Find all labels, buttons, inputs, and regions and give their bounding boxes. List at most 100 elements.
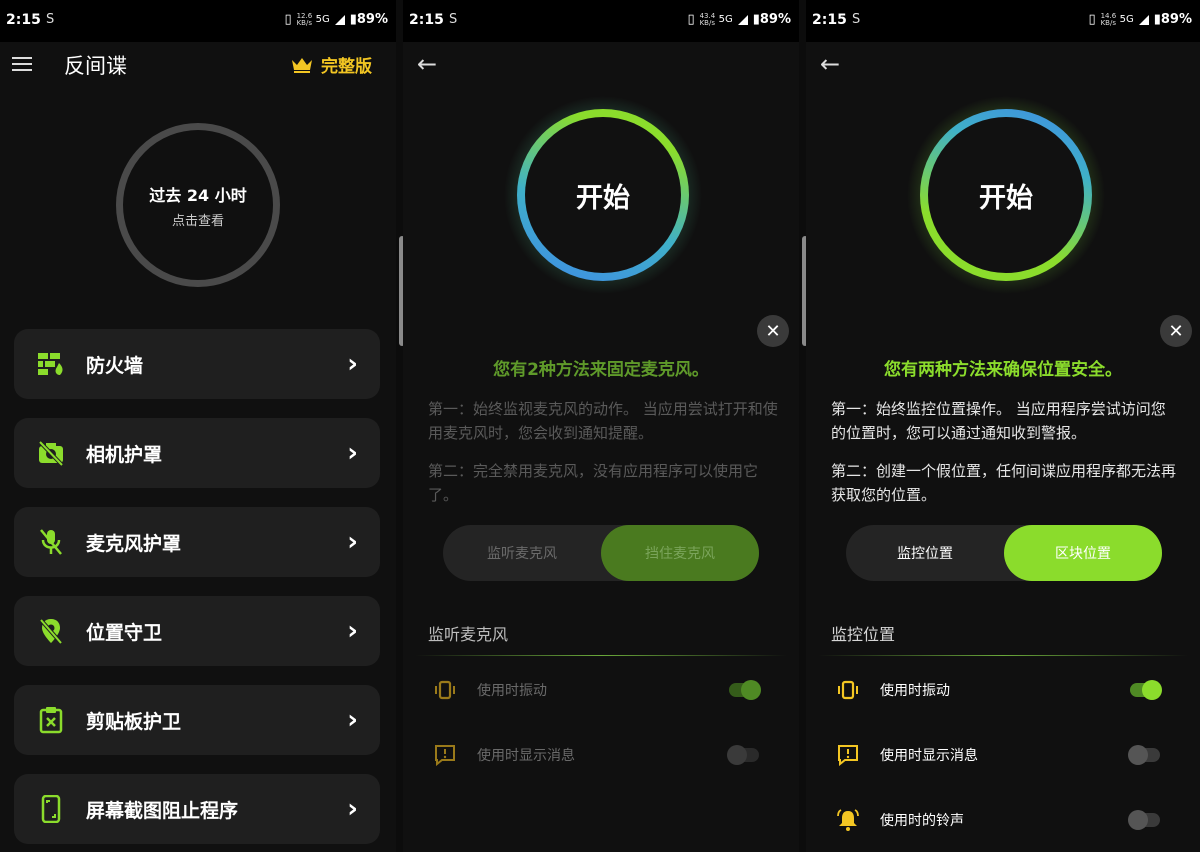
network-type: 5G xyxy=(1119,14,1134,25)
status-time: 2:15 xyxy=(6,12,41,28)
section-divider xyxy=(818,655,1188,656)
section-label: 监控位置 xyxy=(831,625,896,644)
close-icon[interactable]: ✕ xyxy=(1160,315,1192,347)
mode-segment: 监听麦克风 挡住麦克风 xyxy=(443,525,759,581)
status-bar: 2:15 S ▯ 43.4 KB/s 5G ▮89% xyxy=(403,0,799,42)
close-icon[interactable]: ✕ xyxy=(757,315,789,347)
setting-row-message[interactable]: 使用时显示消息 xyxy=(836,740,1160,770)
menu-card-firewall[interactable]: 防火墙 › xyxy=(14,329,380,399)
phone-screen-icon xyxy=(36,794,66,824)
chevron-right-icon: › xyxy=(347,794,358,824)
battery-level: ▮89% xyxy=(349,12,388,27)
net-speed: 43.4 KB/s xyxy=(699,11,716,27)
info-paragraph-2: 第二：完全禁用麦克风，没有应用程序可以使用它了。 xyxy=(428,462,759,504)
status-time: 2:15 xyxy=(409,12,444,28)
location-guard-screen: 2:15 S ▯ 14.6 KB/s 5G ▮89% ← 开始 ✕ 您有两种方法来… xyxy=(806,0,1200,852)
chevron-right-icon: › xyxy=(347,527,358,557)
chevron-right-icon: › xyxy=(347,349,358,379)
setting-label: 使用时振动 xyxy=(880,683,950,699)
message-toggle[interactable] xyxy=(727,745,759,765)
premium-label: 完整版 xyxy=(321,57,372,77)
hamburger-menu-icon[interactable] xyxy=(12,57,32,71)
clipboard-icon xyxy=(36,705,66,735)
info-heading: 您有2种方法来固定麦克风。 xyxy=(493,360,709,380)
sim-icon: S xyxy=(449,12,458,27)
setting-label: 使用时显示消息 xyxy=(880,748,978,764)
premium-button[interactable]: 完整版 xyxy=(291,52,372,77)
menu-card-label: 位置守卫 xyxy=(86,621,163,644)
message-alert-icon xyxy=(836,743,860,767)
menu-card-location-guard[interactable]: 位置守卫 › xyxy=(14,596,380,666)
last-24h-ring[interactable]: 过去 24 小时 点击查看 xyxy=(116,123,280,287)
mic-off-icon xyxy=(36,527,66,557)
setting-label: 使用时的铃声 xyxy=(880,813,964,829)
seg-monitor-location[interactable]: 监控位置 xyxy=(846,525,1004,581)
menu-card-screenshot-blocker[interactable]: 屏幕截图阻止程序 › xyxy=(14,774,380,844)
menu-card-label: 麦克风护罩 xyxy=(86,532,182,555)
menu-card-camera-shield[interactable]: 相机护罩 › xyxy=(14,418,380,488)
vibrate-toggle[interactable] xyxy=(729,680,761,700)
ringtone-toggle[interactable] xyxy=(1128,810,1160,830)
net-speed: 14.6 KB/s xyxy=(1100,11,1117,27)
setting-row-message[interactable]: 使用时显示消息 xyxy=(433,740,759,770)
message-toggle[interactable] xyxy=(1128,745,1160,765)
sim-icon: S xyxy=(852,12,861,27)
signal-icon xyxy=(334,14,345,25)
vibrate-icon: ▯ xyxy=(284,12,292,27)
signal-icon xyxy=(737,14,748,25)
status-bar: 2:15 S ▯ 12.6 KB/s 5G ▮89% xyxy=(0,0,396,42)
info-paragraph-1: 第一：始终监视麦克风的动作。 当应用尝试打开和使用麦克风时，您会收到通知提醒。 xyxy=(428,400,778,442)
message-alert-icon xyxy=(433,743,457,767)
info-paragraph-1: 第一：始终监控位置操作。 当应用程序尝试访问您的位置时，您可以通过通知收到警报。 xyxy=(831,400,1166,442)
location-off-icon xyxy=(36,616,66,646)
seg-block-mic[interactable]: 挡住麦克风 xyxy=(601,525,759,581)
ring-subtitle: 点击查看 xyxy=(171,213,224,229)
start-label: 开始 xyxy=(928,117,1084,273)
back-arrow-icon[interactable]: ← xyxy=(417,52,437,76)
vibrate-icon: ▯ xyxy=(687,12,695,27)
setting-label: 使用时显示消息 xyxy=(477,748,575,764)
net-speed: 12.6 KB/s xyxy=(296,11,313,27)
status-bar: 2:15 S ▯ 14.6 KB/s 5G ▮89% xyxy=(806,0,1200,42)
menu-card-label: 相机护罩 xyxy=(86,443,163,466)
menu-card-clipboard-guard[interactable]: 剪贴板护卫 › xyxy=(14,685,380,755)
setting-label: 使用时振动 xyxy=(477,683,547,699)
setting-row-vibrate[interactable]: 使用时振动 xyxy=(433,675,761,705)
ring-title: 过去 24 小时 xyxy=(149,185,247,205)
vibrate-icon xyxy=(433,678,457,702)
setting-row-ringtone[interactable]: 使用时的铃声 xyxy=(836,805,1160,835)
vibrate-toggle[interactable] xyxy=(1130,680,1162,700)
menu-card-label: 屏幕截图阻止程序 xyxy=(86,799,239,822)
chevron-right-icon: › xyxy=(347,616,358,646)
info-heading: 您有两种方法来确保位置安全。 xyxy=(884,360,1122,380)
setting-row-vibrate[interactable]: 使用时振动 xyxy=(836,675,1162,705)
battery-level: ▮89% xyxy=(752,12,791,27)
chevron-right-icon: › xyxy=(347,705,358,735)
menu-card-mic-shield[interactable]: 麦克风护罩 › xyxy=(14,507,380,577)
status-time: 2:15 xyxy=(812,12,847,28)
info-paragraph-2: 第二：创建一个假位置，任何间谍应用程序都无法再获取您的位置。 xyxy=(831,462,1177,504)
start-button[interactable]: 开始 xyxy=(517,109,689,281)
mode-segment: 监控位置 区块位置 xyxy=(846,525,1162,581)
section-label: 监听麦克风 xyxy=(428,625,509,644)
home-screen: 2:15 S ▯ 12.6 KB/s 5G ▮89% 反间谍 完整版 过去 24 … xyxy=(0,0,396,852)
vibrate-icon: ▯ xyxy=(1088,12,1096,27)
mic-shield-screen: 2:15 S ▯ 43.4 KB/s 5G ▮89% ← 开始 ✕ 您有2种方法来… xyxy=(403,0,799,852)
seg-block-location[interactable]: 区块位置 xyxy=(1004,525,1162,581)
seg-listen-mic[interactable]: 监听麦克风 xyxy=(443,525,601,581)
crown-icon xyxy=(292,57,312,73)
back-arrow-icon[interactable]: ← xyxy=(820,52,840,76)
chevron-right-icon: › xyxy=(347,438,358,468)
section-divider xyxy=(415,655,787,656)
camera-off-icon xyxy=(36,438,66,468)
start-button[interactable]: 开始 xyxy=(920,109,1092,281)
signal-icon xyxy=(1138,14,1149,25)
network-type: 5G xyxy=(315,14,330,25)
firewall-icon xyxy=(36,349,66,379)
menu-card-label: 防火墙 xyxy=(86,354,144,377)
network-type: 5G xyxy=(718,14,733,25)
vibrate-icon xyxy=(836,678,860,702)
menu-card-label: 剪贴板护卫 xyxy=(86,710,182,733)
sim-icon: S xyxy=(46,12,55,27)
start-label: 开始 xyxy=(525,117,681,273)
